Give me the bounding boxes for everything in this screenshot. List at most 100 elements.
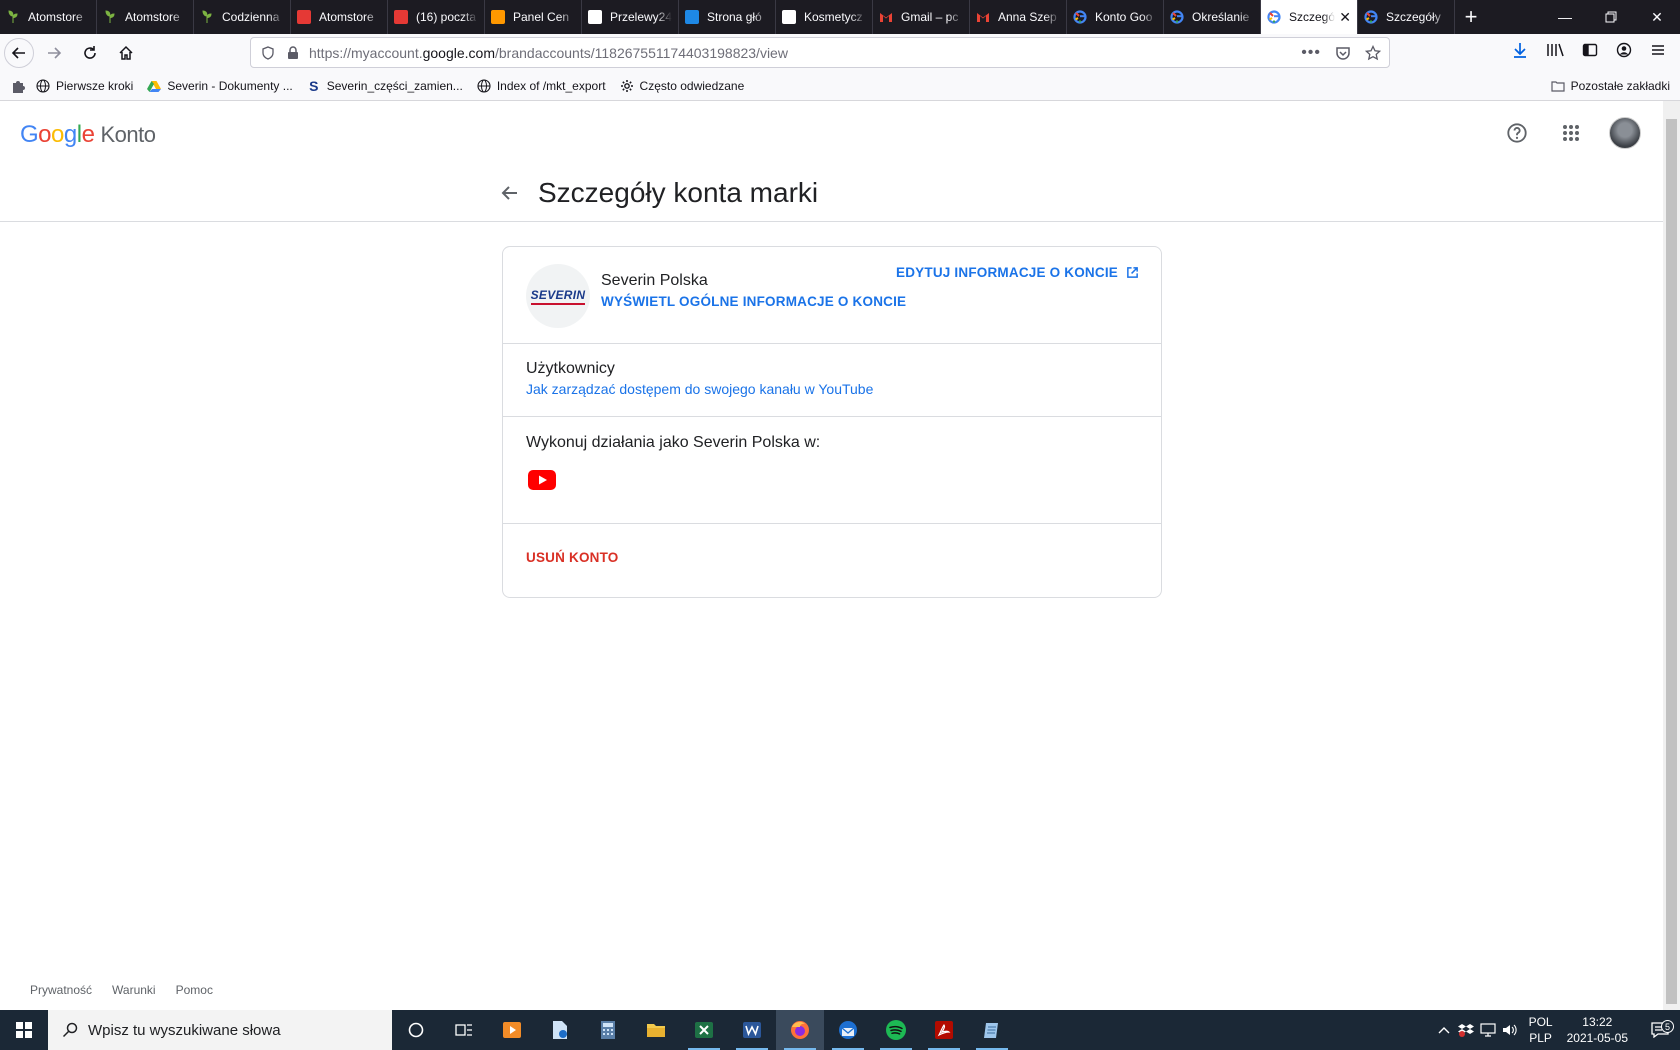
taskbar-search-box[interactable]: Wpisz tu wyszukiwane słowa (48, 1010, 392, 1050)
browser-tab[interactable]: Kosmetycz (776, 0, 873, 34)
address-bar[interactable]: https://myaccount.google.com/brandaccoun… (250, 37, 1390, 68)
volume-tray-icon[interactable] (1499, 1023, 1521, 1037)
lock-icon[interactable] (287, 45, 299, 60)
users-heading: Użytkownicy (526, 360, 615, 377)
google-icon (1073, 10, 1087, 24)
maximize-window-button[interactable] (1588, 0, 1634, 34)
account-icon[interactable] (1616, 42, 1632, 58)
taskbar-calculator[interactable] (584, 1010, 632, 1050)
view-account-info-link[interactable]: WYŚWIETL OGÓLNE INFORMACJE O KONCIE (601, 294, 906, 309)
youtube-icon[interactable] (528, 470, 556, 490)
help-button[interactable] (1497, 113, 1537, 153)
browser-tab[interactable]: Konto Goo (1067, 0, 1164, 34)
tab-title: Atomstore (319, 10, 374, 24)
sidebar-icon[interactable] (1582, 42, 1598, 58)
brand-logo-text: SEVERIN (530, 288, 586, 305)
task-view-button[interactable] (440, 1010, 488, 1050)
google-wordmark-letter: o (51, 121, 64, 148)
google-icon (1170, 10, 1184, 24)
browser-tab[interactable]: Anna Szep (970, 0, 1067, 34)
folder-icon (647, 1024, 665, 1037)
youtube-access-help-link[interactable]: Jak zarządzać dostępem do swojego kanału… (526, 381, 873, 397)
mail-cloud-icon (394, 10, 408, 24)
bookmark-star-icon[interactable] (1365, 44, 1381, 61)
close-window-button[interactable]: ✕ (1634, 0, 1680, 34)
browser-tab[interactable]: Atomstore (97, 0, 194, 34)
browser-tab[interactable]: Panel Cen (485, 0, 582, 34)
taskbar-firefox[interactable] (776, 1010, 824, 1050)
start-button[interactable] (0, 1010, 48, 1050)
forward-button[interactable] (38, 37, 70, 69)
reload-button[interactable] (74, 37, 106, 69)
taskbar-media-player[interactable] (488, 1010, 536, 1050)
taskbar-file-sync[interactable] (536, 1010, 584, 1050)
privacy-link[interactable]: Prywatność (30, 983, 92, 997)
brand-name: Severin Polska (601, 272, 708, 289)
menu-icon[interactable] (1650, 42, 1666, 58)
back-button[interactable] (4, 38, 34, 68)
taskbar-notes-app[interactable] (968, 1010, 1016, 1050)
globe-icon (36, 79, 50, 93)
close-tab-icon[interactable]: ✕ (1339, 9, 1351, 26)
browser-tab[interactable]: Szczegóły✕ (1261, 0, 1358, 34)
pocket-icon[interactable] (1335, 45, 1351, 61)
act-as-heading: Wykonuj działania jako Severin Polska w: (526, 434, 821, 451)
browser-tab[interactable]: Strona głó (679, 0, 776, 34)
browser-tab[interactable]: Określanie (1164, 0, 1261, 34)
download-icon[interactable] (1512, 42, 1528, 58)
browser-tab[interactable]: (16) poczta (388, 0, 485, 34)
browser-tab[interactable]: Codzienna (194, 0, 291, 34)
taskbar-spotify[interactable] (872, 1010, 920, 1050)
apps-launcher-button[interactable] (1551, 113, 1591, 153)
bookmark-item[interactable]: S Severin_części_zamien... (307, 78, 463, 94)
page-actions-icon[interactable]: ••• (1301, 44, 1321, 62)
delete-account-link[interactable]: USUŃ KONTO (526, 550, 619, 565)
terms-link[interactable]: Warunki (112, 983, 156, 997)
home-button[interactable] (110, 37, 142, 69)
browser-tab[interactable]: Atomstore (0, 0, 97, 34)
google-wordmark-letter: G (20, 121, 39, 148)
search-icon (62, 1022, 78, 1038)
taskbar-clock[interactable]: 13:22 2021-05-05 (1567, 1014, 1628, 1046)
back-link[interactable] (496, 179, 524, 207)
browser-tab[interactable]: Gmail – pc (873, 0, 970, 34)
browser-tab[interactable]: Przelewy24 (582, 0, 679, 34)
bookmark-item[interactable]: Pierwsze kroki (36, 79, 133, 93)
web-page: Google Konto Szczegóły konta marki SEVER… (0, 101, 1663, 1010)
extensions-button[interactable] (10, 78, 26, 94)
bookmark-item[interactable]: Severin - Dokumenty ... (147, 79, 293, 93)
taskbar-thunderbird[interactable] (824, 1010, 872, 1050)
library-icon[interactable] (1546, 42, 1564, 58)
taskbar-excel[interactable] (680, 1010, 728, 1050)
action-center-button[interactable]: 5 (1640, 1020, 1680, 1038)
dropbox-icon (1457, 1024, 1474, 1037)
account-avatar-button[interactable] (1605, 113, 1645, 153)
tab-title: Panel Cen (513, 10, 570, 24)
browser-tab[interactable]: Szczegóły (1358, 0, 1455, 34)
browser-tab[interactable]: Atomstore (291, 0, 388, 34)
brand-info-section: SEVERIN Severin Polska WYŚWIETL OGÓLNE I… (503, 247, 1161, 344)
network-tray-icon[interactable] (1477, 1023, 1499, 1037)
taskbar-word[interactable] (728, 1010, 776, 1050)
page-scrollbar[interactable] (1663, 101, 1680, 1010)
other-bookmarks-folder[interactable]: Pozostałe zakładki (1551, 79, 1670, 93)
google-account-logo[interactable]: Google Konto (20, 121, 156, 149)
dropbox-tray-icon[interactable] (1455, 1023, 1477, 1037)
edit-account-info-link[interactable]: EDYTUJ INFORMACJE O KONCIE (896, 265, 1139, 280)
transfer-icon (588, 10, 602, 24)
help-link[interactable]: Pomoc (176, 983, 213, 997)
taskbar-file-explorer[interactable] (632, 1010, 680, 1050)
show-hidden-icons-button[interactable] (1433, 1026, 1455, 1034)
new-tab-button[interactable]: + (1455, 0, 1487, 34)
shield-icon[interactable] (261, 45, 275, 60)
apps-grid-icon (1563, 125, 1579, 141)
bookmark-item[interactable]: Index of /mkt_export (477, 79, 606, 93)
input-language-indicator[interactable]: POL PLP (1529, 1014, 1553, 1046)
taskbar-acrobat[interactable] (920, 1010, 968, 1050)
cortana-button[interactable] (392, 1010, 440, 1050)
scrollbar-thumb[interactable] (1666, 119, 1677, 1004)
bookmark-item[interactable]: Często odwiedzane (620, 79, 744, 93)
google-account-header: Google Konto (0, 101, 1663, 165)
leaf-icon (6, 10, 20, 24)
minimize-window-button[interactable]: — (1542, 0, 1588, 34)
